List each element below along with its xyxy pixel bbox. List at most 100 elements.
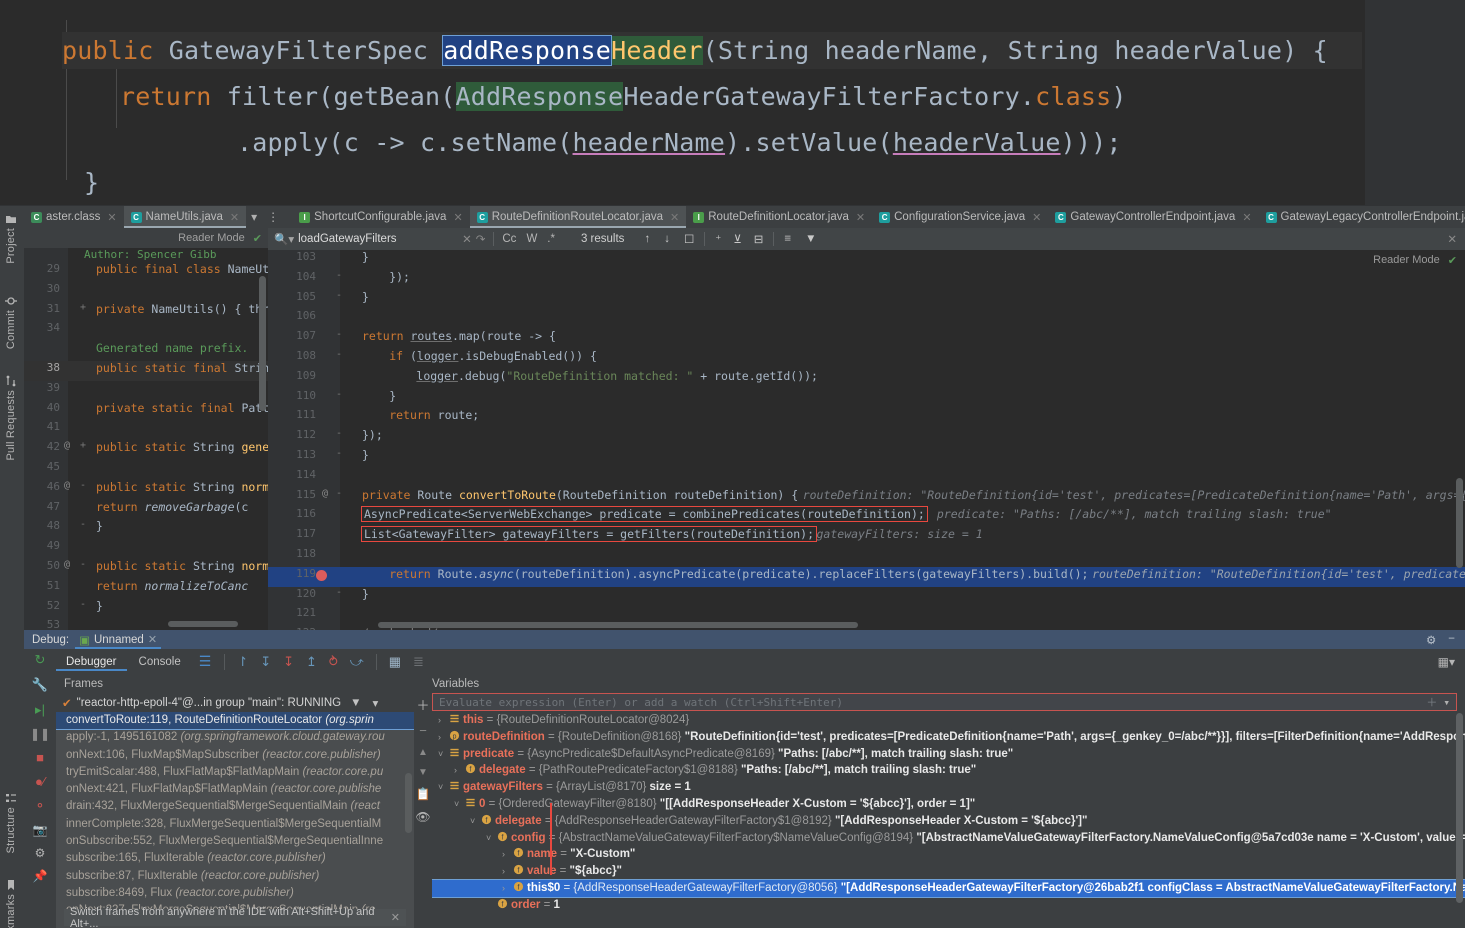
step-out-icon[interactable]: ↥ bbox=[301, 654, 322, 670]
main-editor-code[interactable]: 103} 104-}); 105-} 106 107- return routes.map… bbox=[268, 250, 1465, 630]
tab-shortcutconfigurable-java[interactable]: I ShortcutConfigurable.java ✕ bbox=[292, 206, 470, 228]
fold-toggle-icon[interactable]: - bbox=[80, 559, 86, 570]
evaluate-expression-bar[interactable]: Evaluate expression (Enter) or add a wat… bbox=[432, 693, 1457, 711]
tree-toggle-icon[interactable]: › bbox=[502, 863, 513, 880]
frames-scrollbar[interactable] bbox=[405, 773, 412, 833]
close-icon[interactable]: ✕ bbox=[856, 211, 865, 224]
filter-icon[interactable]: ▼ bbox=[350, 697, 361, 709]
variable-row[interactable]: › this = {RouteDefinitionRouteLocator@802… bbox=[432, 712, 1465, 729]
fold-toggle-icon[interactable]: - bbox=[336, 389, 342, 400]
remove-occurrence-icon[interactable]: ⊻ bbox=[733, 232, 741, 246]
annotation-gutter-icon[interactable]: @ bbox=[64, 559, 70, 570]
show-execution-point-icon[interactable]: ☰ bbox=[193, 653, 218, 670]
tree-toggle-icon[interactable]: › bbox=[502, 880, 513, 897]
filter-icon[interactable]: ▼ bbox=[805, 233, 816, 245]
close-icon[interactable]: ✕ bbox=[670, 211, 679, 224]
variable-row[interactable]: ˅ predicate = {AsyncPredicate$DefaultAsyn… bbox=[432, 746, 1465, 763]
variable-row[interactable]: f order = 1 bbox=[432, 897, 1465, 914]
main-editor-pane[interactable]: 🔍▾ loadGatewayFilters ✕ ↷ Cc W .* 3 resu… bbox=[268, 228, 1465, 630]
variable-row[interactable]: › f this$0 = {AddResponseHeaderGatewayFilt… bbox=[432, 878, 1465, 898]
annotation-gutter-icon[interactable]: @ bbox=[64, 440, 70, 451]
tab-configurationservice-java[interactable]: C ConfigurationService.java ✕ bbox=[872, 206, 1048, 228]
tab-gatewaycontrollerendpoint-java[interactable]: C GatewayControllerEndpoint.java ✕ bbox=[1048, 206, 1258, 228]
minimize-icon[interactable]: − bbox=[1448, 633, 1455, 647]
variable-row[interactable]: › f value = "${abcc}" bbox=[432, 863, 1465, 880]
tab-nameutils-java[interactable]: C NameUtils.java ✕ bbox=[123, 206, 247, 228]
close-icon[interactable]: ✕ bbox=[1242, 211, 1251, 224]
tree-toggle-icon[interactable]: ˅ bbox=[470, 813, 481, 830]
search-input[interactable]: loadGatewayFilters bbox=[298, 233, 458, 245]
layout-options-icon[interactable]: ▦▾ bbox=[1438, 655, 1465, 669]
tree-toggle-icon[interactable]: › bbox=[454, 762, 465, 779]
settings-gear-icon[interactable]: ⚙ bbox=[35, 846, 46, 860]
pin-icon[interactable]: 📌 bbox=[33, 869, 48, 883]
variable-row[interactable]: › f name = "X-Custom" bbox=[432, 846, 1465, 863]
add-occurrence-icon[interactable]: ⁺ bbox=[715, 232, 721, 246]
variable-row[interactable]: ˅ f config = {AbstractNameValueGatewayFilt… bbox=[432, 830, 1465, 847]
fold-toggle-icon[interactable]: - bbox=[80, 480, 86, 491]
mute-breakpoints-icon[interactable]: ●⁄ bbox=[35, 774, 45, 789]
layout-settings-icon[interactable]: ≣ bbox=[408, 654, 429, 670]
tree-toggle-icon[interactable]: › bbox=[438, 712, 449, 729]
sidebar-item-commit[interactable]: Commit bbox=[5, 310, 17, 362]
frame-item[interactable]: apply:-1, 1495161082 (org.springframewor… bbox=[56, 729, 414, 746]
rerun-icon[interactable]: ↻ bbox=[35, 652, 46, 668]
debug-session-tab[interactable]: ▣ Unnamed ✕ bbox=[75, 630, 161, 649]
close-icon[interactable]: ✕ bbox=[148, 633, 157, 646]
tab-gatewaylegacycontrollerendpoint-java[interactable]: C GatewayLegacyControllerEndpoint.ja bbox=[1259, 206, 1465, 228]
tree-toggle-icon[interactable]: ˅ bbox=[438, 746, 449, 763]
variable-row[interactable]: ˅ f delegate = {AddResponseHeaderGatewayFi… bbox=[432, 813, 1465, 830]
chevron-down-icon[interactable]: ▾ bbox=[246, 210, 262, 224]
tab-aster-class[interactable]: C aster.class ✕ bbox=[24, 206, 124, 228]
add-watch-icon[interactable]: ＋ bbox=[1426, 694, 1443, 710]
frame-item[interactable]: onNext:421, FluxFlatMap$FlatMapMain (rea… bbox=[56, 781, 414, 798]
annotation-gutter-icon[interactable]: @ bbox=[64, 480, 70, 491]
remove-icon[interactable]: − bbox=[419, 723, 427, 738]
regex-toggle[interactable]: .* bbox=[547, 233, 555, 245]
add-icon[interactable]: ＋ bbox=[416, 695, 429, 714]
inspections-ok-icon[interactable]: ✔ bbox=[253, 232, 262, 245]
frame-item[interactable]: drain:432, FluxMergeSequential$MergeSequ… bbox=[56, 798, 414, 815]
fold-toggle-icon[interactable]: + bbox=[80, 440, 86, 451]
whole-words-toggle[interactable]: W bbox=[526, 233, 537, 245]
chevron-down-icon[interactable]: ▾ bbox=[373, 696, 379, 710]
fold-toggle-icon[interactable]: + bbox=[80, 302, 86, 313]
fold-toggle-icon[interactable]: - bbox=[336, 329, 342, 340]
sidebar-item-pull-requests[interactable]: Pull Requests bbox=[5, 390, 17, 472]
arrow-up-icon[interactable]: ↑ bbox=[644, 233, 650, 245]
sidebar-item-project[interactable]: Project bbox=[5, 228, 17, 282]
resume-icon[interactable]: ▸| bbox=[35, 702, 45, 718]
fold-toggle-icon[interactable]: - bbox=[336, 448, 342, 459]
settings-wrench-icon[interactable]: 🔧 bbox=[32, 677, 48, 693]
fold-toggle-icon[interactable]: - bbox=[336, 270, 342, 281]
tree-toggle-icon[interactable]: ˅ bbox=[486, 830, 497, 847]
tab-routedefinitionroutelocator-java[interactable]: C RouteDefinitionRouteLocator.java ✕ bbox=[469, 206, 687, 228]
tree-toggle-icon[interactable]: ˅ bbox=[438, 779, 449, 796]
close-icon[interactable]: ✕ bbox=[1032, 211, 1041, 224]
frames-list[interactable]: convertToRoute:119, RouteDefinitionRoute… bbox=[56, 712, 414, 928]
drop-frame-icon[interactable]: ⥁ bbox=[324, 654, 343, 670]
more-vertical-icon[interactable]: ⋮ bbox=[262, 210, 284, 224]
tab-console[interactable]: Console bbox=[129, 653, 191, 671]
tree-toggle-icon[interactable]: › bbox=[502, 846, 513, 863]
frame-item[interactable]: convertToRoute:119, RouteDefinitionRoute… bbox=[56, 712, 414, 731]
annotation-gutter-icon[interactable]: @ bbox=[322, 488, 328, 499]
clear-search-icon[interactable]: ✕ bbox=[462, 232, 472, 246]
frame-item[interactable]: onSubscribe:552, FluxMergeSequential$Mer… bbox=[56, 833, 414, 850]
main-editor-hscrollbar[interactable] bbox=[378, 622, 858, 628]
tree-toggle-icon[interactable]: › bbox=[438, 729, 449, 746]
view-breakpoints-icon[interactable]: ⚬ bbox=[35, 798, 46, 814]
left-editor-pane[interactable]: Reader Mode ✔ Author: Spencer Gibb 29 pub… bbox=[24, 228, 268, 630]
gear-icon[interactable]: ⚙ bbox=[1426, 633, 1436, 647]
thread-selector[interactable]: ✔ "reactor-http-epoll-4"@...in group "ma… bbox=[56, 693, 414, 712]
evaluate-expression-icon[interactable]: ▦ bbox=[384, 654, 406, 670]
chevron-down-icon[interactable]: ▾ bbox=[1443, 696, 1456, 709]
variables-tree[interactable]: › this = {RouteDefinitionRouteLocator@802… bbox=[432, 712, 1465, 928]
down-icon[interactable]: ▼ bbox=[418, 767, 428, 778]
fold-toggle-icon[interactable]: - bbox=[336, 587, 342, 598]
tab-routedefinitionlocator-java[interactable]: I RouteDefinitionLocator.java ✕ bbox=[686, 206, 872, 228]
fold-toggle-icon[interactable]: - bbox=[336, 488, 342, 499]
select-all-occurrences-icon[interactable]: ⊟ bbox=[754, 232, 764, 246]
camera-icon[interactable]: 📷 bbox=[33, 823, 48, 837]
arrow-down-icon[interactable]: ↓ bbox=[664, 233, 670, 245]
